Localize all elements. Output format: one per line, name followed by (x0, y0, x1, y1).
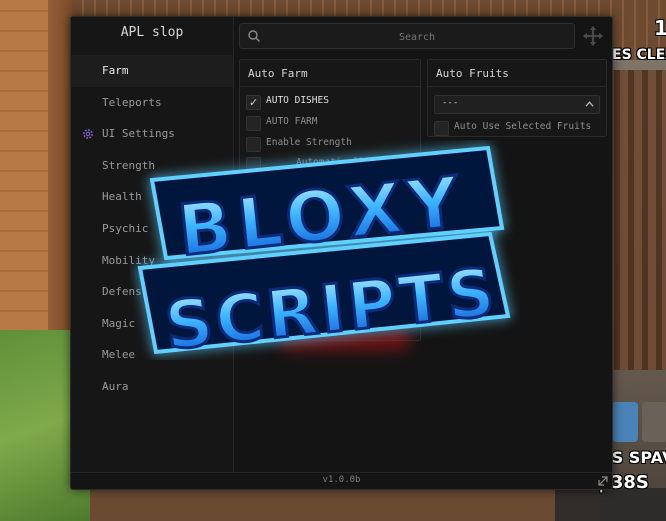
auto-farm-title: Auto Farm (240, 60, 420, 87)
auto-fruits-title: Auto Fruits (428, 60, 606, 87)
check-icon: ✓ (249, 96, 259, 109)
sidebar-item-label: Teleports (102, 95, 162, 109)
search-bar (239, 23, 575, 50)
app-title: APL slop (120, 25, 184, 40)
version-label: v1.0.0b (322, 475, 361, 485)
background-wooden-pillar (0, 0, 48, 350)
sidebar-item-label: Farm (102, 64, 129, 77)
resize-icon[interactable] (597, 475, 609, 487)
checkbox[interactable] (246, 116, 261, 131)
toggle-label: Auto Use Selected Fruits (454, 121, 592, 132)
move-icon[interactable] (582, 25, 604, 47)
hud-top-number: 1 (654, 16, 666, 40)
hud-top-text: ES CLEAN (612, 47, 666, 63)
bloxy-scripts-watermark-logo: BLOXY SCRIPTS (137, 145, 511, 360)
hud-tile (612, 402, 638, 442)
sidebar-item-teleports[interactable]: Teleports (71, 87, 233, 119)
dropdown-value: --- (442, 98, 459, 108)
toggle-label: AUTO DISHES (266, 95, 329, 106)
window-footer: v1.0.0b (71, 472, 612, 490)
toggle-auto-farm[interactable]: AUTO FARM (246, 115, 418, 131)
sidebar-item-label: Aura (102, 379, 129, 393)
checkbox[interactable]: ✓ (246, 95, 261, 110)
hud-tile (642, 402, 666, 442)
toggle-auto-use-fruits[interactable]: Auto Use Selected Fruits (434, 120, 606, 136)
sidebar-item-label: UI Settings (102, 127, 175, 141)
chevron-up-icon (585, 101, 594, 107)
auto-fruits-section: Auto Fruits --- Auto Use Selected Fruits (427, 59, 607, 137)
sidebar-item-aura[interactable]: Aura (71, 371, 233, 403)
search-input[interactable] (264, 24, 570, 50)
toggle-auto-dishes[interactable]: ✓ AUTO DISHES (246, 94, 418, 110)
hud-item-tiles (612, 402, 666, 442)
gear-icon (83, 129, 93, 140)
sidebar-item-farm[interactable]: Farm (71, 55, 233, 87)
checkbox[interactable] (434, 121, 449, 136)
toggle-label: AUTO FARM (266, 116, 318, 127)
fruit-dropdown[interactable]: --- (434, 95, 600, 114)
search-icon (248, 30, 260, 42)
